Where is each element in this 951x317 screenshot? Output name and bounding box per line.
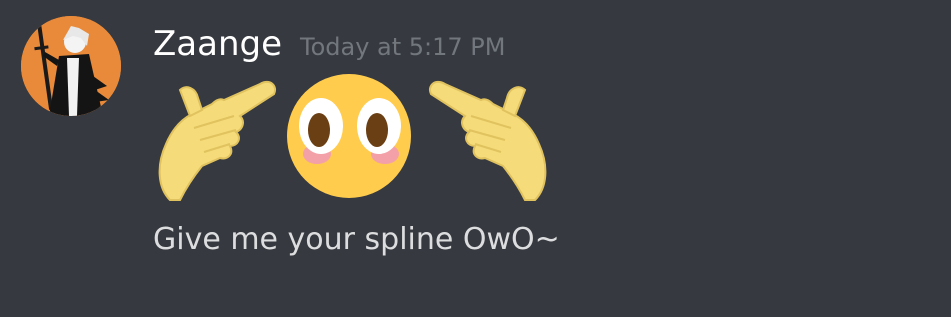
timestamp: Today at 5:17 PM (300, 33, 506, 61)
flushed-face-emote-icon[interactable] (285, 70, 415, 205)
chat-message: Zaange Today at 5:17 PM Give me your spl… (0, 0, 951, 317)
username[interactable]: Zaange (153, 23, 282, 65)
anime-character-avatar-icon (21, 16, 121, 116)
emote-row (150, 70, 550, 205)
message-text: Give me your spline OwO~ (153, 222, 560, 257)
pointing-hand-left-emote-icon[interactable] (150, 70, 280, 205)
avatar[interactable] (21, 16, 121, 116)
pointing-hand-right-emote-icon[interactable] (425, 70, 555, 205)
